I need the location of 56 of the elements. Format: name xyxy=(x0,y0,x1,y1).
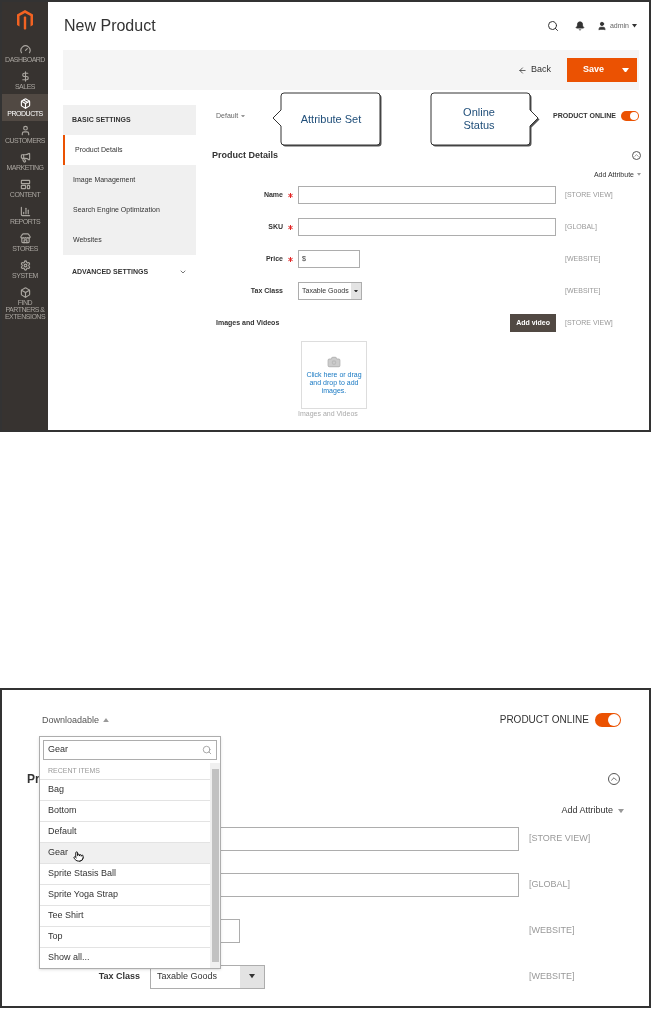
dropdown-option[interactable]: Bottom xyxy=(40,800,210,821)
arrow-icon xyxy=(518,65,527,75)
save-button[interactable]: Save xyxy=(567,58,637,82)
megaphone-icon xyxy=(19,152,31,163)
cube-icon xyxy=(19,287,31,298)
dropdown-option[interactable]: Gear xyxy=(40,842,210,863)
section-title: Product Details xyxy=(212,149,278,162)
back-button[interactable]: Back xyxy=(518,63,551,77)
dropdown-option[interactable]: Sprite Stasis Ball xyxy=(40,863,210,884)
hand-cursor-icon xyxy=(73,851,84,862)
dropdown-option[interactable]: Tee Shirt xyxy=(40,905,210,926)
person-icon xyxy=(19,125,31,136)
logo-icon[interactable] xyxy=(17,10,33,30)
text-field[interactable] xyxy=(298,218,556,236)
package-icon xyxy=(19,98,31,109)
section-title: Pr xyxy=(27,771,40,788)
bar-chart-icon xyxy=(19,206,31,217)
chevron-icon xyxy=(179,268,187,276)
dropdown-option[interactable]: Bag xyxy=(40,779,210,800)
dropdown-option[interactable]: Sprite Yoga Strap xyxy=(40,884,210,905)
search-icon xyxy=(202,745,212,755)
camera-icon xyxy=(327,355,341,369)
scope-label: [STORE VIEW] xyxy=(529,831,591,845)
settings-icon xyxy=(19,260,31,271)
layout-icon xyxy=(19,179,31,190)
scope-label: [WEBSITE] xyxy=(529,923,575,937)
caret-icon xyxy=(249,974,255,979)
user-icon[interactable] xyxy=(596,21,607,31)
caret-icon xyxy=(354,289,358,293)
toggle-label: PRODUCT ONLINE xyxy=(499,713,589,727)
dollar-icon xyxy=(19,71,31,82)
text-field[interactable] xyxy=(298,186,556,204)
toggle-switch[interactable] xyxy=(595,712,621,727)
page-title: New Product xyxy=(64,16,157,36)
scope-label: [WEBSITE] xyxy=(529,969,575,983)
search-icon[interactable] xyxy=(546,20,559,32)
caret-icon xyxy=(241,114,246,118)
callout: Online Status xyxy=(430,90,540,148)
caret-icon xyxy=(632,24,637,28)
scope-label: [GLOBAL] xyxy=(529,877,571,891)
search-field[interactable]: Gear xyxy=(43,740,217,760)
gauge-icon xyxy=(19,44,31,55)
dropdown-option[interactable]: Top xyxy=(40,926,210,947)
attribute-set-dropdown[interactable]: Downloadable xyxy=(42,713,110,727)
caret-icon xyxy=(622,67,629,73)
scrollbar[interactable] xyxy=(210,763,220,968)
caret-icon xyxy=(637,173,641,177)
callout: Attribute Set xyxy=(272,90,382,148)
dropdown-option[interactable]: Default xyxy=(40,821,210,842)
store-icon xyxy=(19,233,31,244)
add-attribute-dropdown[interactable]: Add Attribute xyxy=(561,804,624,818)
toggle-switch[interactable] xyxy=(621,111,639,121)
bell-icon[interactable] xyxy=(574,21,585,31)
field-label: Tax Class xyxy=(97,969,141,983)
caret-icon xyxy=(618,808,624,813)
caret-icon xyxy=(103,718,110,723)
